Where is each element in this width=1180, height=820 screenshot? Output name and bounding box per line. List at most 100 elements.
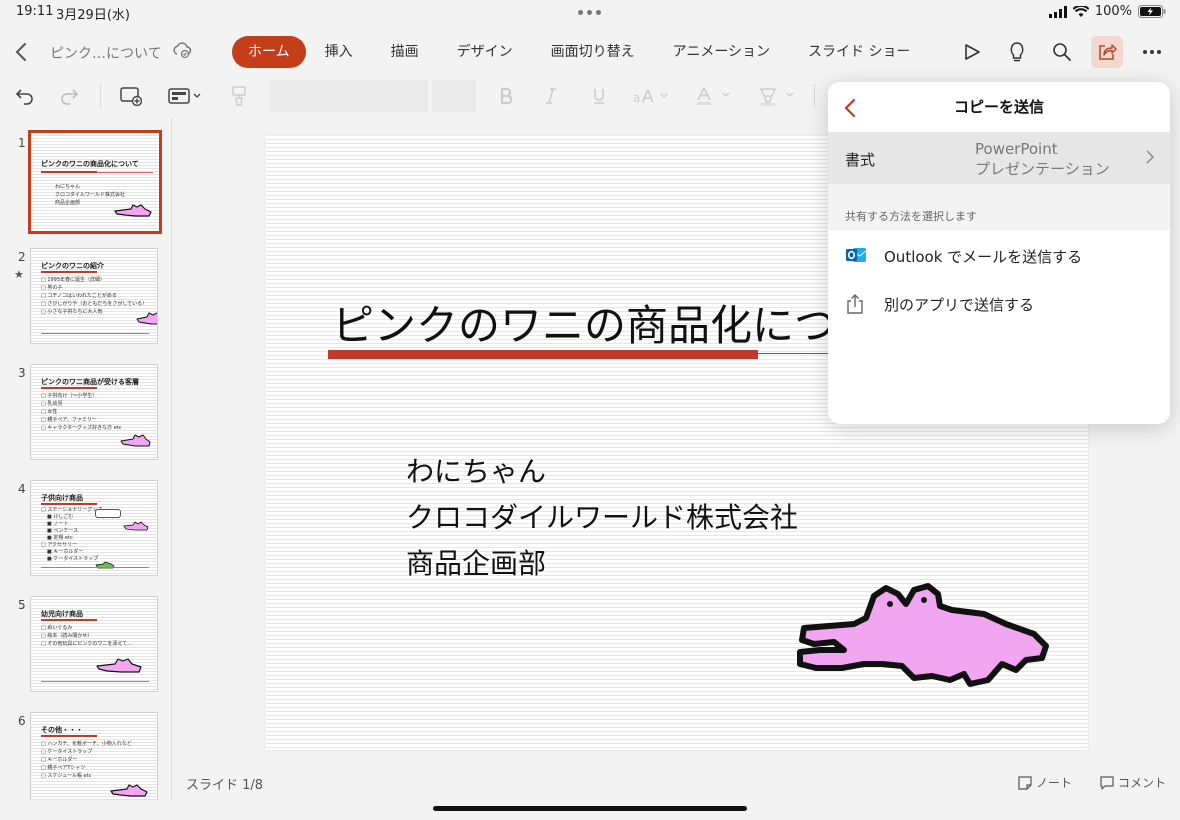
thumbnail-line: □ キーホルダー (41, 757, 78, 763)
ribbon-tabs-row: ピンク…について ホーム 挿入 描画 デザイン 画面切り替え アニメーション ス… (0, 30, 1180, 74)
crocodile-illustration[interactable] (794, 580, 1054, 690)
format-value-line: PowerPoint (975, 140, 1058, 158)
thumbnail-line: □ その他玩具にピンクのワニを添えて… (41, 641, 133, 647)
thumbnail-line: □ ぬいぐるみ (41, 625, 73, 631)
thumbnail-line: ■ ノート (47, 521, 69, 527)
send-other-app-option[interactable]: 別のアプリで送信する (828, 280, 1170, 326)
thumbnail-slide[interactable]: その他・・・ □ ハンカチ、化粧ポーチ、小物入れなど □ ケータイストラップ □… (30, 712, 158, 800)
thumbnail-number: 2 (18, 250, 26, 264)
thumbnail-line: □ 絵本（読み聞かせ） (41, 633, 93, 639)
thumbnail-line: □ キャラクターグッズ好きな方 etc (41, 425, 122, 431)
bold-button[interactable] (496, 82, 518, 110)
multitasking-dots-icon[interactable] (578, 10, 601, 15)
chevron-left-icon (15, 43, 26, 61)
thumbnail-line: □ 親子ペア、ファミリー (41, 417, 97, 423)
thumbnail-line: □ コチノコはいわれたことがある (41, 293, 117, 299)
battery-charging-icon (1138, 5, 1166, 18)
slide-thumbnail-pane[interactable]: 1 ピンクのワニの商品化について わにちゃん クロコダイルワールド株式会社 商品… (0, 118, 172, 800)
crocodile-illustration (114, 204, 152, 217)
thumbnail-slide[interactable]: ピンクのワニの商品化について わにちゃん クロコダイルワールド株式会社 商品企画… (28, 130, 162, 234)
share-button[interactable] (1091, 36, 1123, 68)
new-slide-icon (120, 87, 142, 106)
thumbnail-line: □ アクセサリー (41, 542, 78, 548)
thumbnail-footer-rule (41, 681, 149, 682)
thumbnail-line: □ さびしがりや（おともだちをさがしている） (41, 301, 148, 307)
send-outlook-option[interactable]: Outlook でメールを送信する (828, 232, 1170, 278)
thumbnail-line: ■ ケータイストラップ (47, 556, 99, 562)
search-button[interactable] (1046, 36, 1078, 68)
tab-design[interactable]: デザイン (438, 36, 532, 68)
play-slideshow-button[interactable] (956, 36, 988, 68)
slide-subtitle-line[interactable]: 商品企画部 (406, 542, 546, 582)
status-time: 19:11 (16, 4, 54, 19)
notes-button[interactable]: ノート (1018, 774, 1072, 791)
thumbnail-title: 子供向け商品 (41, 494, 83, 502)
format-value-line: プレゼンテーション (975, 160, 1110, 178)
home-indicator[interactable] (433, 806, 747, 811)
comment-icon (1100, 775, 1114, 790)
thumbnail-number: 1 (18, 136, 26, 150)
document-title[interactable]: ピンク…について (50, 43, 162, 63)
toolbar-divider (814, 84, 815, 108)
font-size-change-button[interactable]: aA (632, 82, 672, 110)
tab-draw[interactable]: 描画 (372, 36, 438, 68)
search-icon (1053, 43, 1071, 61)
layout-button[interactable] (164, 82, 206, 110)
format-label: 書式 (845, 151, 876, 169)
format-painter-icon (232, 86, 246, 106)
status-bar: 19:11 3月29日(水) 100% (0, 0, 1180, 24)
send-other-app-label: 別のアプリで送信する (884, 296, 1035, 314)
tabs-fade-overlay (900, 36, 944, 68)
crocodile-illustration (120, 434, 151, 447)
format-painter-button[interactable] (226, 82, 252, 110)
tab-animations[interactable]: アニメーション (654, 36, 789, 68)
redo-button[interactable] (56, 82, 82, 110)
format-row[interactable]: 書式 PowerPoint プレゼンテーション (828, 132, 1170, 184)
cloud-sync-icon[interactable] (172, 41, 192, 59)
chevron-right-icon (1146, 150, 1154, 164)
comments-button[interactable]: コメント (1100, 774, 1166, 791)
status-indicators: 100% (1048, 4, 1166, 19)
tab-home[interactable]: ホーム (232, 36, 306, 68)
ideas-button[interactable] (1001, 36, 1033, 68)
tab-transitions[interactable]: 画面切り替え (532, 36, 654, 68)
thumbnail-line: クロコダイルワールド株式会社 (55, 192, 126, 198)
undo-button[interactable] (12, 82, 38, 110)
thumbnail-line: □ 男の子 (41, 285, 63, 291)
italic-icon (546, 88, 556, 104)
panel-title: コピーを送信 (953, 98, 1044, 116)
font-size-field[interactable] (432, 80, 476, 112)
slide-subtitle-line[interactable]: クロコダイルワールド株式会社 (406, 496, 798, 536)
undo-icon (15, 89, 33, 105)
thumbnail-number: 3 (18, 366, 26, 380)
new-slide-button[interactable] (118, 82, 144, 110)
slide-subtitle-line[interactable]: わにちゃん (406, 450, 546, 490)
thumbnail-title-underline (41, 271, 97, 273)
thumbnail-slide[interactable]: ピンクのワニの紹介 □ 1995年春に誕生（詳細） □ 男の子 □ コチノコはい… (30, 248, 158, 344)
thumbnail-slide[interactable]: 幼児向け商品 □ ぬいぐるみ □ 絵本（読み聞かせ） □ その他玩具にピンクのワ… (30, 596, 158, 692)
svg-text:a: a (633, 91, 640, 105)
title-underline-bar (328, 350, 758, 359)
thumbnail-line: ■ ペンケース (47, 528, 79, 534)
tab-insert[interactable]: 挿入 (306, 36, 372, 68)
thumbnail-line: □ 子供向け（〜小学生） (41, 393, 98, 399)
italic-button[interactable] (540, 82, 562, 110)
bold-icon (500, 87, 513, 105)
thumbnail-title: ピンクのワニ商品が受ける客層 (41, 378, 139, 386)
thumbnail-slide[interactable]: ピンクのワニ商品が受ける客層 □ 子供向け（〜小学生） □ 乳幼児 □ 女性 □… (30, 364, 158, 460)
more-options-button[interactable] (1136, 36, 1168, 68)
header-actions (956, 36, 1180, 68)
font-name-field[interactable] (270, 80, 428, 112)
thumbnail-slide[interactable]: 子供向け商品 □ ステーショナリーグッズ ■ けしごむ ■ ノート ■ ペンケー… (30, 480, 158, 576)
thumbnail-title: 幼児向け商品 (41, 610, 83, 618)
highlight-icon (759, 88, 794, 106)
section-label: 共有する方法を選択します (845, 210, 977, 223)
svg-text:A: A (642, 87, 654, 105)
thumbnail-line: わにちゃん (55, 184, 81, 190)
font-color-button[interactable] (694, 82, 734, 110)
more-dots-icon (1143, 50, 1161, 54)
highlight-button[interactable] (756, 82, 798, 110)
underline-button[interactable] (588, 82, 610, 110)
thumbnail-line: ■ 定規 etc (47, 535, 73, 541)
back-button[interactable] (8, 38, 34, 66)
